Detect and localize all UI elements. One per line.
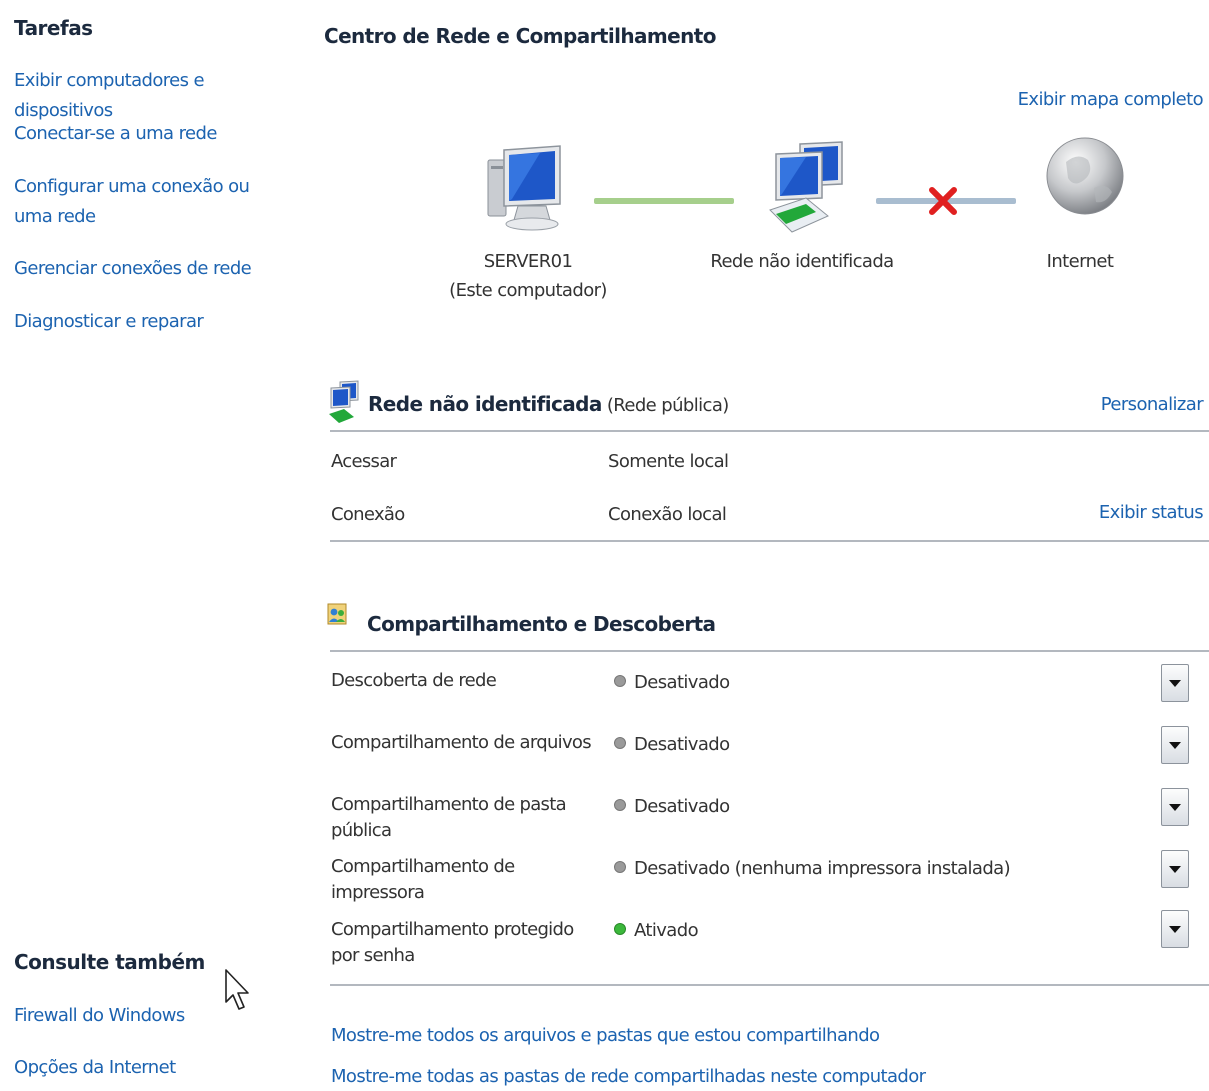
mouse-pointer-icon <box>225 969 249 1010</box>
chevron-down-icon <box>1169 742 1181 749</box>
computer-label: SERVER01 (Este computador) <box>430 247 626 305</box>
internet-label: Internet <box>1046 251 1114 272</box>
status-off-icon <box>614 861 626 873</box>
public-folder-sharing-label: Compartilhamento de pasta pública <box>331 794 567 841</box>
expand-password-protected-sharing-button[interactable] <box>1161 910 1189 948</box>
chevron-down-icon <box>1169 926 1181 933</box>
status-off-icon <box>614 675 626 687</box>
network-node-label: Rede não identificada <box>710 251 894 272</box>
chevron-down-icon <box>1169 804 1181 811</box>
sharing-section-title: Compartilhamento e Descoberta <box>367 612 716 636</box>
view-full-map-link[interactable]: Exibir mapa completo <box>1018 89 1204 110</box>
network-section-header: Rede não identificada (Rede pública) <box>330 392 1209 416</box>
view-status-link[interactable]: Exibir status <box>1099 502 1204 523</box>
access-label: Acessar <box>331 451 397 472</box>
printer-sharing-status-text: Desativado (nenhuma impressora instalada… <box>634 858 1011 879</box>
access-value: Somente local <box>608 451 729 472</box>
see-also-heading: Consulte também <box>14 950 205 974</box>
file-sharing-status: Desativado <box>614 732 730 758</box>
sharing-section-bottom-divider <box>330 984 1209 986</box>
expand-file-sharing-button[interactable] <box>1161 726 1189 764</box>
status-off-icon <box>614 799 626 811</box>
file-sharing-status-text: Desativado <box>634 734 730 755</box>
password-protected-sharing-label: Compartilhamento protegido por senha <box>331 919 574 966</box>
see-also-link-internet-options[interactable]: Opções da Internet <box>14 1053 286 1083</box>
file-sharing-label: Compartilhamento de arquivos <box>331 732 592 753</box>
connection-value: Conexão local <box>608 504 727 525</box>
sharing-icon <box>327 603 347 625</box>
computer-subtitle: (Este computador) <box>449 280 607 301</box>
public-folder-sharing-status-text: Desativado <box>634 796 730 817</box>
password-protected-sharing-status-text: Ativado <box>634 920 699 941</box>
connection-label: Conexão <box>331 504 405 525</box>
computer-name: SERVER01 <box>483 251 573 272</box>
task-link-view-computers[interactable]: Exibir computadores e dispositivos <box>14 66 286 126</box>
network-discovery-status: Desativado <box>614 670 730 696</box>
task-link-connect-network[interactable]: Conectar-se a uma rede <box>14 119 286 149</box>
chevron-down-icon <box>1169 680 1181 687</box>
page-title: Centro de Rede e Compartilhamento <box>324 24 716 48</box>
printer-sharing-label: Compartilhamento de impressora <box>331 856 515 903</box>
status-off-icon <box>614 737 626 749</box>
password-protected-sharing-status: Ativado <box>614 918 699 944</box>
network-type: (Rede pública) <box>606 395 729 416</box>
network-discovery-status-text: Desativado <box>634 672 730 693</box>
expand-network-discovery-button[interactable] <box>1161 664 1189 702</box>
sharing-section-divider <box>330 650 1209 652</box>
network-name: Rede não identificada <box>368 392 602 416</box>
connection-line-computer-network <box>594 198 734 204</box>
network-section-divider <box>330 430 1209 432</box>
expand-public-folder-sharing-button[interactable] <box>1161 788 1189 826</box>
expand-printer-sharing-button[interactable] <box>1161 850 1189 888</box>
network-discovery-label: Descoberta de rede <box>331 670 497 691</box>
customize-link[interactable]: Personalizar <box>1101 394 1204 415</box>
public-folder-sharing-status: Desativado <box>614 794 730 820</box>
task-link-diagnose-repair[interactable]: Diagnosticar e reparar <box>14 307 286 337</box>
status-on-icon <box>614 923 626 935</box>
task-link-setup-connection[interactable]: Configurar uma conexão ou uma rede <box>14 172 286 232</box>
tasks-heading: Tarefas <box>14 16 93 40</box>
show-my-shared-files-link[interactable]: Mostre-me todos os arquivos e pastas que… <box>331 1025 880 1046</box>
printer-sharing-status: Desativado (nenhuma impressora instalada… <box>614 856 1011 882</box>
network-icon <box>769 141 843 233</box>
chevron-down-icon <box>1169 866 1181 873</box>
broken-connection-x-icon <box>929 187 957 215</box>
computer-icon <box>487 145 561 231</box>
network-section-bottom-divider <box>330 540 1209 542</box>
globe-icon <box>1046 137 1124 215</box>
show-shared-network-folders-link[interactable]: Mostre-me todas as pastas de rede compar… <box>331 1066 926 1087</box>
task-pane: Tarefas Exibir computadores e dispositiv… <box>0 0 300 1091</box>
task-link-manage-connections[interactable]: Gerenciar conexões de rede <box>14 254 286 284</box>
